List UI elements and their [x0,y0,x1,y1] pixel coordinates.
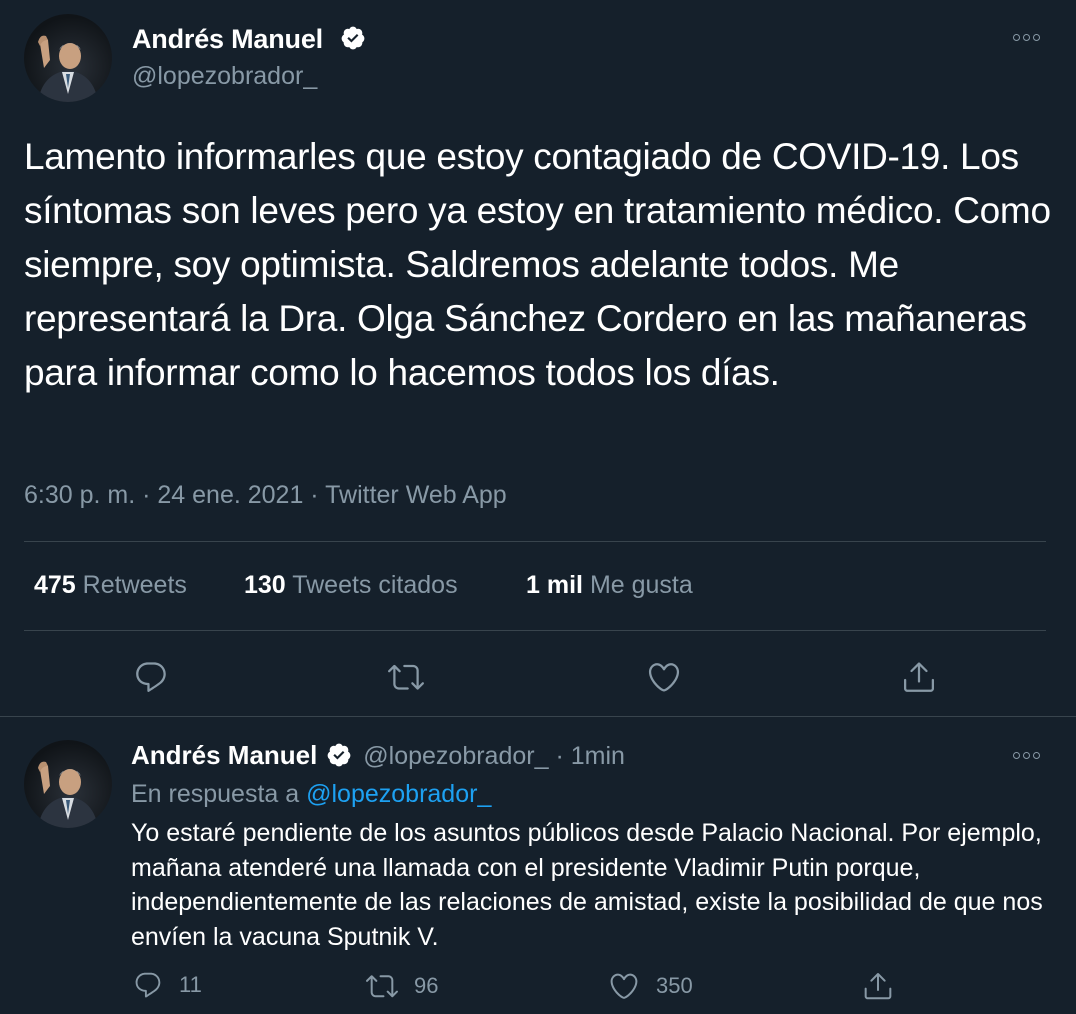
avatar[interactable] [24,740,112,828]
tweet-time[interactable]: 1min [571,742,625,770]
likes-stat[interactable]: 1 mil Me gusta [526,571,693,600]
retweet-button[interactable]: 96 [366,970,438,1002]
in-reply-label: En respuesta a [131,780,300,808]
reply-icon [135,972,161,998]
retweets-label: Retweets [82,571,187,599]
quotes-stat[interactable]: 130 Tweets citados [244,571,458,600]
tweet-text: Lamento informarles que estoy contagiado… [24,136,1051,393]
user-handle[interactable]: @lopezobrador_ [132,62,317,91]
share-icon [864,973,892,1000]
reply-button[interactable]: 11 [133,970,202,1000]
tweet-timestamp[interactable]: 6:30 p. m. · 24 ene. 2021 · Twitter Web … [24,481,507,510]
like-icon [610,973,638,999]
more-options-icon[interactable] [1013,34,1040,41]
in-reply-to: En respuesta a @lopezobrador_ [131,780,491,809]
reply-icon[interactable] [133,659,169,695]
display-name[interactable]: Andrés Manuel [132,24,323,55]
share-button[interactable] [862,970,894,1002]
likes-label: Me gusta [589,571,693,599]
in-reply-handle-link[interactable]: @lopezobrador_ [306,780,491,808]
reply-header: Andrés Manuel @lopezobrador_ · 1min [131,740,625,771]
retweets-stat[interactable]: 475 Retweets [34,571,187,600]
more-options-icon[interactable] [1013,752,1040,759]
divider [24,630,1046,631]
user-handle[interactable]: @lopezobrador_ [363,742,548,770]
retweet-icon[interactable] [388,659,424,695]
retweet-icon [366,975,398,998]
tweet-separator [0,716,1076,717]
retweets-count: 475 [34,571,76,599]
tweet-text: Yo estaré pendiente de los asuntos públi… [131,819,1043,951]
display-name[interactable]: Andrés Manuel [131,740,317,770]
quotes-count: 130 [244,571,286,599]
likes-count: 1 mil [526,571,583,599]
main-tweet: Andrés Manuel @lopezobrador_ Lamento inf… [0,0,1076,716]
like-count: 350 [656,973,693,998]
verified-badge-icon [341,26,365,50]
divider [24,541,1046,542]
reply-count: 11 [179,972,202,997]
like-icon[interactable] [646,659,682,695]
verified-badge-icon [327,743,351,767]
like-button[interactable]: 350 [608,970,693,1002]
retweet-count: 96 [414,973,439,998]
share-icon[interactable] [901,659,937,695]
separator-dot: · [555,742,564,770]
avatar[interactable] [24,14,112,102]
quotes-label: Tweets citados [292,571,458,599]
